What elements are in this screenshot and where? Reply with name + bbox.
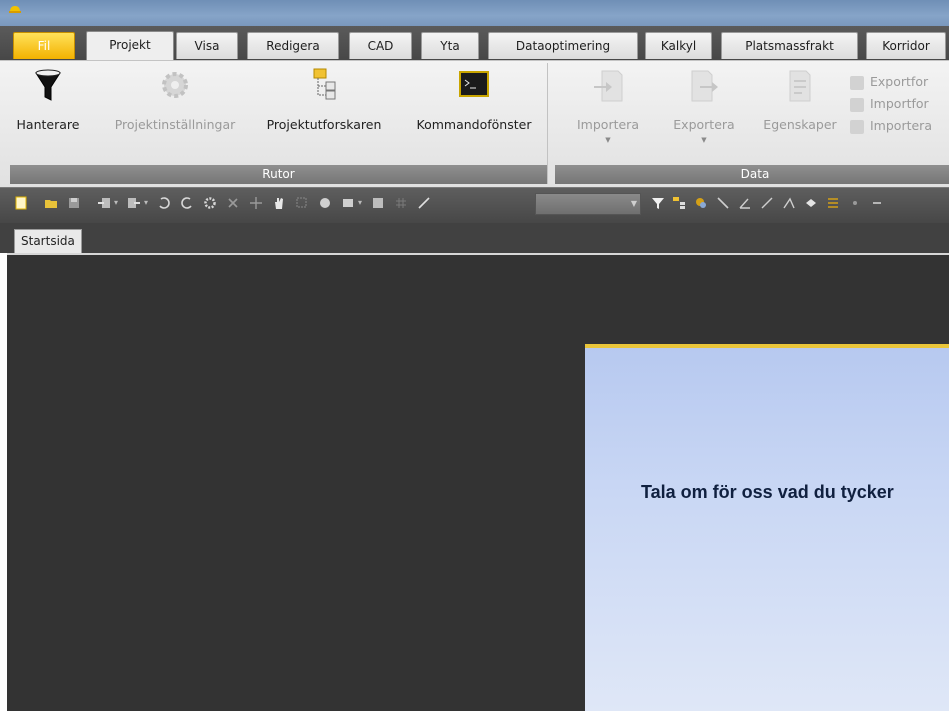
ribbon-panel: Hanterare Projektinställningar Projektut… [0,60,949,187]
slope-icon[interactable] [760,196,774,210]
tab-visa[interactable]: Visa [176,32,238,59]
hardhat-icon[interactable] [9,5,21,13]
egenskaper-label: Egenskaper [763,117,837,132]
title-bar [0,0,949,26]
export-tool-icon[interactable] [127,196,141,210]
importera-small-label: Importera [870,118,932,133]
importera-label: Importera [577,117,639,132]
export-format-icon [850,75,864,90]
projektinstallningar-label: Projektinställningar [114,117,236,132]
view-dropdown-icon[interactable]: ▾ [358,196,372,210]
ribbon-group-rutor: Hanterare Projektinställningar Projektut… [10,63,548,184]
tab-dataoptimering[interactable]: Dataoptimering [488,32,638,59]
import-icon [594,70,623,102]
exportera-label: Exportera [673,117,735,132]
tab-yta[interactable]: Yta [421,32,479,59]
import-tool-icon[interactable] [97,196,111,210]
quick-toolbar: ▾ ▾ ▾ ▼ [0,187,949,223]
gear-icon [162,72,188,98]
toolbar-combobox[interactable]: ▼ [535,193,641,215]
tab-fil[interactable]: Fil [13,32,75,59]
ribbon-group-data: Importera ▼ Exportera ▼ Egenskaper Expor… [555,63,949,184]
layers-icon[interactable] [694,196,708,210]
zoom-object-icon[interactable] [318,196,332,210]
import-format-icon [850,97,864,112]
exportformat-label: Exportfor [870,74,929,89]
settings-gear-icon[interactable] [203,196,217,210]
dot-icon[interactable] [848,196,862,210]
export-icon [691,70,718,102]
line-tool-icon[interactable] [417,196,431,210]
project-explorer-icon [313,68,336,100]
egenskaper-button[interactable]: Egenskaper [755,67,845,132]
zoom-window-icon[interactable] [295,196,309,210]
importformat-button[interactable]: Importfor [850,93,949,115]
tab-cad[interactable]: CAD [349,32,412,59]
welcome-panel: Tala om för oss vad du tycker [585,344,949,711]
tab-startsida[interactable]: Startsida [14,229,82,253]
projektutforskaren-button[interactable]: Projektutforskaren [258,67,390,132]
kommandofonster-button[interactable]: Kommandofönster [404,67,544,132]
data-small-buttons: Exportfor Importfor Importera [850,71,949,137]
save-icon[interactable] [67,196,81,210]
funnel-icon [35,69,61,101]
chevron-down-icon[interactable]: ▼ [631,199,637,208]
command-window-icon [459,71,489,97]
delete-x-icon[interactable] [226,196,240,210]
ribbon-group-label-rutor: Rutor [10,165,547,184]
tab-projekt[interactable]: Projekt [86,31,174,60]
document-tab-bar: Startsida [0,223,949,253]
tab-platsmassfrakt[interactable]: Platsmassfrakt [721,32,858,59]
feedback-heading[interactable]: Tala om för oss vad du tycker [641,482,894,503]
open-folder-icon[interactable] [44,196,58,210]
exportformat-button[interactable]: Exportfor [850,71,949,93]
tab-kalkyl[interactable]: Kalkyl [645,32,712,59]
import-tool-dropdown-icon[interactable]: ▾ [114,196,128,210]
exportera-button[interactable]: Exportera ▼ [659,67,749,144]
move-icon[interactable] [249,196,263,210]
point-icon[interactable] [804,196,818,210]
tab-korridor[interactable]: Korridor [866,32,946,59]
hanterare-button[interactable]: Hanterare [10,67,86,132]
left-edge [0,253,7,711]
tree-icon[interactable] [672,196,686,210]
tab-redigera[interactable]: Redigera [247,32,339,59]
polyline-icon[interactable] [716,196,730,210]
filter-icon[interactable] [651,196,665,210]
importera-button[interactable]: Importera ▼ [563,67,653,144]
import-small-icon [850,119,864,134]
ribbon-tab-strip: Fil Projekt Visa Redigera CAD Yta Dataop… [0,26,949,60]
exportera-dropdown-icon[interactable]: ▼ [659,136,749,144]
projektinstallningar-button[interactable]: Projektinställningar [102,67,248,132]
importera-small-button[interactable]: Importera [850,115,949,137]
view-icon[interactable] [341,196,355,210]
hanterare-label: Hanterare [16,117,80,132]
importformat-label: Importfor [870,96,929,111]
projektutforskaren-label: Projektutforskaren [266,117,382,132]
application-window: Fil Projekt Visa Redigera CAD Yta Dataop… [0,0,949,711]
importera-dropdown-icon[interactable]: ▼ [563,136,653,144]
kommandofonster-label: Kommandofönster [416,117,532,132]
start-page-area: Tala om för oss vad du tycker [7,255,949,711]
export-tool-dropdown-icon[interactable]: ▾ [144,196,158,210]
pan-hand-icon[interactable] [272,196,286,210]
measure-icon[interactable] [782,196,796,210]
menu-icon[interactable] [870,196,884,210]
redo-icon[interactable] [180,196,194,210]
list-icon[interactable] [826,196,840,210]
ribbon-group-label-data: Data [555,165,949,184]
angle-icon[interactable] [738,196,752,210]
layout-icon[interactable] [371,196,385,210]
undo-icon[interactable] [157,196,171,210]
grid-icon[interactable] [394,196,408,210]
properties-icon [789,70,811,102]
new-document-icon[interactable] [14,196,28,210]
